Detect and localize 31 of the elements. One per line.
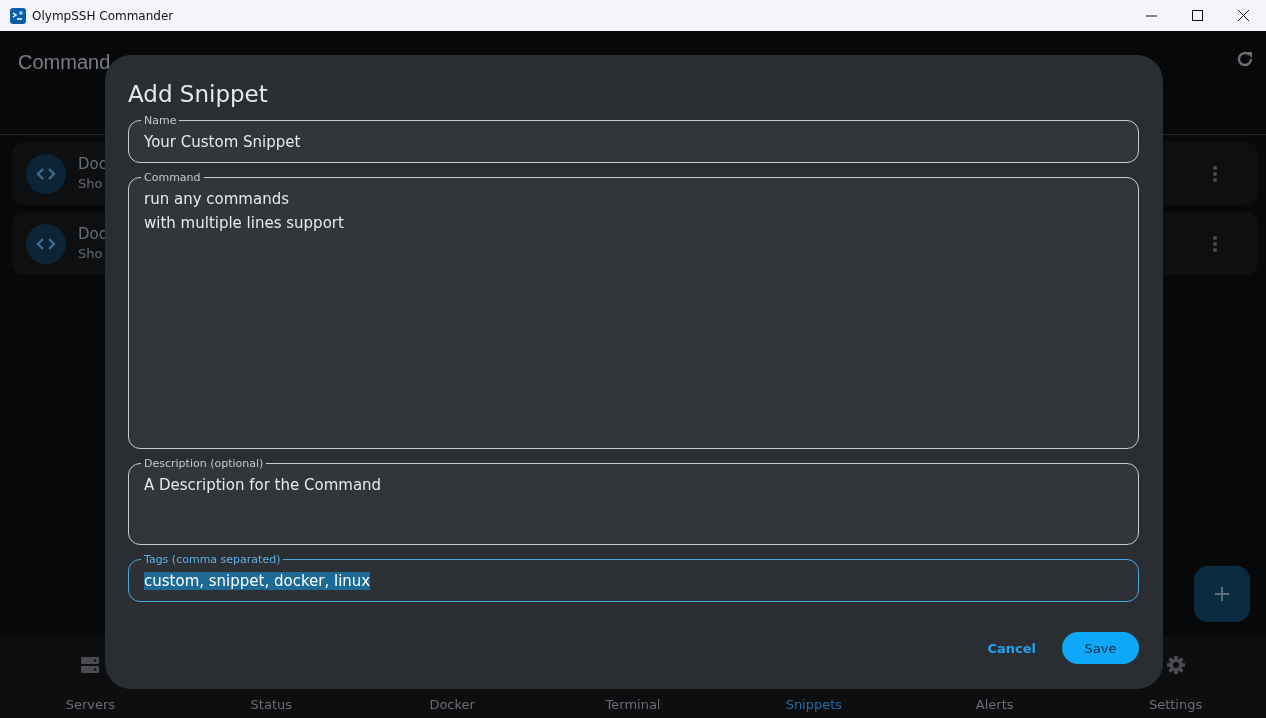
more-icon[interactable] <box>1212 165 1218 183</box>
field-value[interactable]: Your Custom Snippet <box>144 129 1123 154</box>
field-label: Description (optional) <box>143 457 265 469</box>
cancel-button[interactable]: Cancel <box>977 631 1046 665</box>
page-title: Command <box>17 50 112 75</box>
app-icon <box>10 7 26 24</box>
nav-tab[interactable]: Servers <box>0 637 181 718</box>
server-icon <box>80 654 101 675</box>
item-subtitle: Sho <box>78 244 104 263</box>
input-field[interactable]: Tags (comma separated) custom, snippet, docker, linux <box>128 553 1139 602</box>
save-button[interactable]: Save <box>1062 632 1139 665</box>
item-title: Doc <box>78 153 107 174</box>
field-value[interactable]: custom, snippet, docker, linux <box>144 571 371 590</box>
item-subtitle: Sho <box>78 174 104 193</box>
input-field[interactable]: Command run any commands with multiple lines support <box>128 171 1139 449</box>
input-field[interactable]: Name Your Custom Snippet <box>128 114 1139 163</box>
settings-icon <box>1165 654 1186 675</box>
field-value[interactable]: A Description for the Command <box>144 472 1123 529</box>
input-field[interactable]: Description (optional) A Description for the Command <box>128 457 1139 545</box>
field-label: Tags (comma separated) <box>143 553 282 565</box>
plus-icon <box>1214 586 1230 602</box>
refresh-icon[interactable] <box>1236 50 1254 68</box>
close-icon[interactable] <box>1237 10 1249 21</box>
maximize-icon[interactable] <box>1191 10 1203 21</box>
more-icon[interactable] <box>1212 235 1218 253</box>
field-value[interactable]: run any commands with multiple lines support <box>144 186 1123 433</box>
field-label: Command <box>143 171 202 183</box>
window-title: OlympSSH Commander <box>32 7 174 25</box>
item-title: Doc <box>78 223 107 244</box>
dialog-title: Add Snippet <box>128 81 269 109</box>
field-label: Name <box>143 114 178 126</box>
